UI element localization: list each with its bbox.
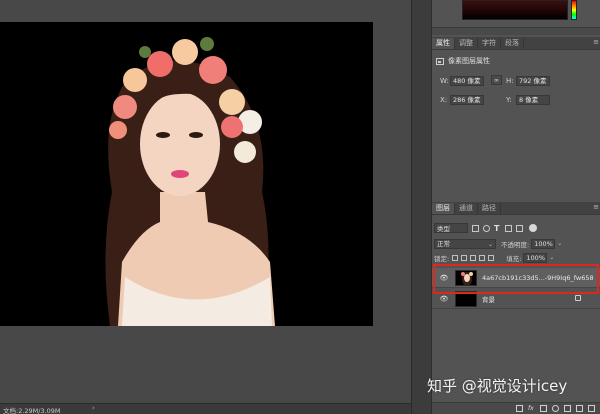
lock-icon [575,295,581,301]
color-panel [432,0,600,35]
panel-menu-icon[interactable]: ≡ [591,38,600,49]
height-label: H: [506,76,514,85]
filter-icons: T [472,224,523,232]
mask-icon[interactable] [540,405,547,412]
fill-label: 填充: [506,254,522,263]
new-layer-icon[interactable] [576,405,583,412]
lock-all-icon[interactable] [488,254,495,261]
chevron-down-icon: ⌄ [487,240,493,248]
selection-highlight-box [433,264,599,294]
height-field: H: 792 像素 [506,75,550,86]
properties-tabbar: 属性 调整 字符 段落 ≡ [432,37,600,50]
lock-paint-icon[interactable] [461,254,468,261]
portrait-photo [0,22,373,326]
filter-adjustment-icon[interactable] [483,224,490,232]
link-icon[interactable]: ∞ [491,75,502,85]
blend-row: 正常 ⌄ 不透明度: 100% ⌄ [434,238,599,249]
fill-chevron-icon[interactable]: ⌄ [549,254,554,261]
lock-label: 锁定: [434,254,450,263]
filter-type-select[interactable]: 类型 [434,223,468,233]
status-menu-arrow-icon[interactable]: › [92,404,95,412]
x-input[interactable]: 286 像素 [450,94,484,105]
tab-paragraph[interactable]: 段落 [501,38,524,49]
tab-adjustments[interactable]: 调整 [455,38,478,49]
y-label: Y: [506,95,512,104]
properties-header: 像素图层属性 [436,55,596,67]
fill-input[interactable]: 100% [523,252,548,263]
tab-layers[interactable]: 图层 [432,203,455,214]
opacity-input[interactable]: 100% [531,238,556,249]
filter-shape-icon[interactable] [505,224,512,232]
width-label: W: [440,76,449,85]
canvas-image[interactable] [0,22,373,326]
y-input[interactable]: 8 像素 [516,94,550,105]
trash-icon[interactable] [588,405,595,412]
opacity-label: 不透明度: [501,240,530,249]
x-field: X: 286 像素 [440,94,484,105]
layers-bottom-bar: fx [432,402,600,414]
watermark: 知乎 @视觉设计icey [427,377,568,395]
tab-character[interactable]: 字符 [478,38,501,49]
tab-paths[interactable]: 路径 [478,203,501,214]
hue-slider[interactable] [571,0,577,20]
layer-name: 背景 [482,295,495,304]
layers-tabbar: 图层 通道 路径 ≡ [432,202,600,215]
status-bar: 文档:2.29M/3.09M › [0,403,411,414]
document-workspace: 文档:2.29M/3.09M › [0,0,411,414]
opacity-chevron-icon[interactable]: ⌄ [557,240,562,247]
lock-row: 锁定: 填充: 100% ⌄ [434,252,599,263]
layers-menu-icon[interactable]: ≡ [591,203,600,214]
eye-icon[interactable]: 👁 [439,295,449,303]
tab-channels[interactable]: 通道 [455,203,478,214]
filter-smart-object-icon[interactable] [516,224,523,232]
width-field: W: 480 像素 [440,75,484,86]
blend-mode-value: 正常 [437,239,450,248]
collapsed-panel-strip [411,0,431,414]
layer-filter-row: 类型 T [434,222,599,234]
filter-toggle[interactable] [529,224,537,232]
right-panels: 属性 调整 字符 段落 ≡ 像素图层属性 W: 480 像素 ∞ H: 792 … [431,0,600,414]
link-layers-icon[interactable] [516,405,523,412]
lock-move-icon[interactable] [470,254,477,261]
properties-title: 像素图层属性 [448,57,490,65]
lock-artboard-icon[interactable] [479,254,486,261]
image-icon [436,57,444,65]
fx-icon[interactable]: fx [528,405,535,412]
height-input[interactable]: 792 像素 [516,75,550,86]
filter-text-icon[interactable]: T [494,224,501,232]
document-size-info: 文档:2.29M/3.09M [3,407,61,414]
width-input[interactable]: 480 像素 [450,75,484,86]
x-label: X: [440,95,448,104]
adjustment-layer-icon[interactable] [552,405,559,412]
panel-collapse-bar[interactable] [432,27,600,35]
filter-pixel-icon[interactable] [472,224,479,232]
color-picker-field[interactable] [462,0,568,20]
y-field: Y: 8 像素 [506,94,550,105]
lock-icons [452,254,495,261]
blend-mode-select[interactable]: 正常 ⌄ [434,238,496,249]
lock-transparency-icon[interactable] [452,254,459,261]
folder-icon[interactable] [564,405,571,412]
filter-type-value: 类型 [437,225,450,233]
tab-properties[interactable]: 属性 [432,38,455,49]
